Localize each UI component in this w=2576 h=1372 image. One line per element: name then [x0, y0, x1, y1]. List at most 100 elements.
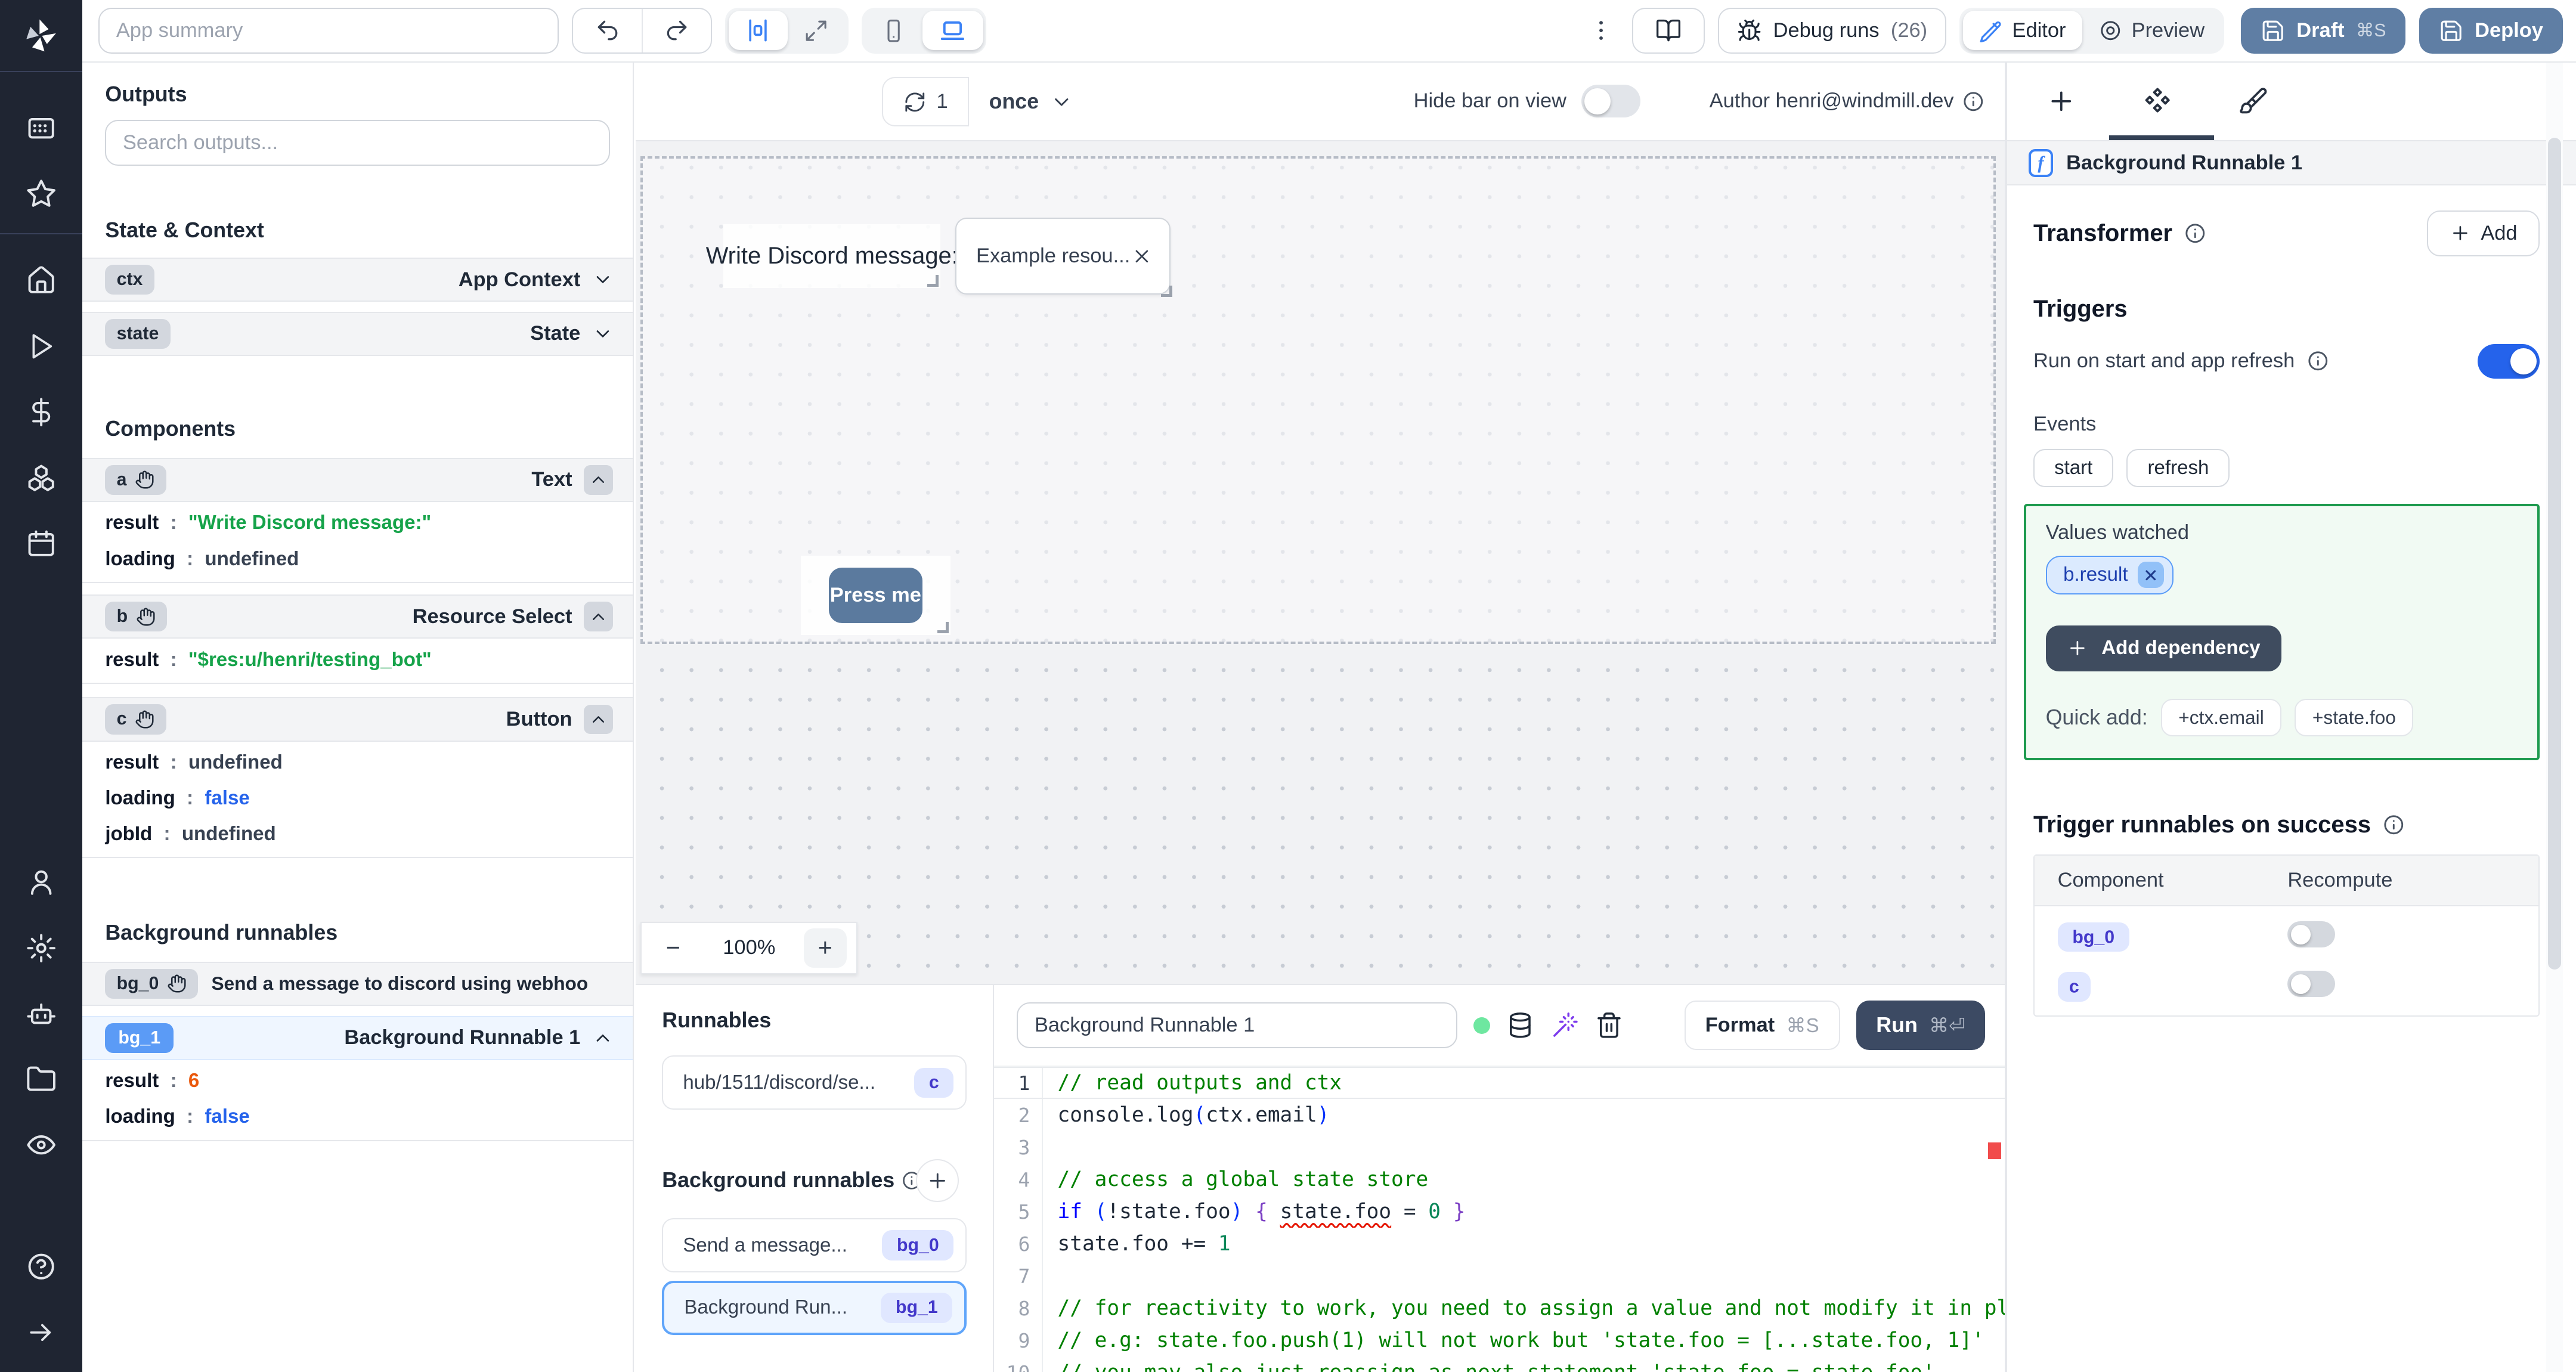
run-on-start-toggle[interactable] [2477, 343, 2540, 379]
debug-runs-button[interactable]: Debug runs (26) [1717, 7, 1947, 54]
quick-add-state-foo[interactable]: +state.foo [2295, 699, 2414, 737]
runs-play-icon[interactable] [0, 313, 82, 379]
quick-add-ctx-email[interactable]: +ctx.email [2160, 699, 2282, 737]
styling-brush-tab-icon[interactable] [2238, 86, 2268, 116]
windmill-logo[interactable] [0, 0, 82, 73]
apps-icon[interactable] [0, 95, 82, 161]
output-value: false [205, 1105, 250, 1128]
press-me-button[interactable]: Press me [828, 567, 922, 624]
topbar: Debug runs (26) Editor Preview Draft ⌘S … [82, 0, 2576, 63]
format-button[interactable]: Format ⌘S [1684, 1001, 1840, 1051]
runnable-card-bg0[interactable]: Send a message... bg_0 [662, 1218, 967, 1273]
code-line[interactable]: 3 [994, 1131, 2005, 1164]
code-line[interactable]: 4// access a global state store [994, 1163, 2005, 1196]
more-menu-icon[interactable] [1580, 0, 1623, 63]
event-chip-start[interactable]: start [2033, 449, 2114, 488]
zoom-out-button[interactable]: − [652, 928, 695, 968]
add-dependency-button[interactable]: Add dependency [2045, 625, 2282, 671]
ctx-row[interactable]: ctx App Context [82, 257, 633, 302]
center-align-tab[interactable] [728, 11, 788, 51]
collapse-chevron-up-icon[interactable] [583, 704, 614, 735]
code-line[interactable]: 8// for reactivity to work, you need to … [994, 1292, 2005, 1325]
zoom-value: 100% [723, 936, 776, 959]
code-line[interactable]: 1// read outputs and ctx [993, 1067, 2005, 1100]
runnable-card-c[interactable]: hub/1511/discord/se... c [662, 1055, 967, 1110]
hide-bar-toggle[interactable] [1581, 85, 1640, 118]
delete-trash-icon[interactable] [1595, 1011, 1623, 1039]
resources-boxes-icon[interactable] [0, 445, 82, 510]
component-b-row[interactable]: b Resource Select [82, 594, 633, 639]
bg1-row-selected[interactable]: bg_1 Background Runnable 1 [82, 1015, 633, 1060]
undo-button[interactable] [573, 9, 642, 52]
mobile-tab[interactable] [865, 11, 922, 50]
event-chip-refresh[interactable]: refresh [2126, 449, 2230, 488]
desktop-tab[interactable] [922, 11, 983, 51]
runnable-name-input[interactable] [1017, 1002, 1457, 1049]
collapse-chevron-up-icon[interactable] [583, 602, 614, 632]
deploy-button[interactable]: Deploy [2419, 7, 2563, 54]
col-recompute: Recompute [2287, 869, 2393, 892]
component-a-row[interactable]: a Text [82, 457, 633, 502]
component-c-row[interactable]: c Button [82, 697, 633, 742]
code-line[interactable]: 10// you may also just reassign as next … [994, 1356, 2005, 1372]
docs-book-button[interactable] [1632, 7, 1705, 54]
collapse-chevron-up-icon[interactable] [583, 464, 614, 495]
folders-icon[interactable] [0, 1046, 82, 1112]
app-summary-input[interactable] [98, 7, 559, 54]
zoom-in-button[interactable]: + [804, 928, 847, 968]
runnable-card-bg1-selected[interactable]: Background Run... bg_1 [662, 1280, 967, 1335]
schedules-calendar-icon[interactable] [0, 510, 82, 576]
ai-wand-icon[interactable] [1551, 1011, 1579, 1039]
code-line[interactable]: 6 state.foo += 1 [994, 1228, 2005, 1260]
collapse-arrow-icon[interactable] [0, 1299, 82, 1365]
tab-editor[interactable]: Editor [1962, 11, 2082, 51]
code-line[interactable]: 9// e.g: state.foo.push(1) will not work… [994, 1324, 2005, 1357]
state-row[interactable]: state State [82, 311, 633, 357]
state-badge: state [105, 318, 171, 349]
add-transformer-button[interactable]: Add [2427, 210, 2540, 256]
cache-database-icon[interactable] [1506, 1011, 1534, 1039]
insert-plus-tab-icon[interactable] [2046, 86, 2076, 116]
app-canvas[interactable]: Write Discord message: Example resou... … [636, 141, 2005, 984]
draft-button[interactable]: Draft ⌘S [2240, 7, 2406, 54]
resize-handle[interactable] [927, 275, 939, 287]
frontend-script-icon: f [2028, 148, 2054, 177]
text-component[interactable]: Write Discord message: [706, 224, 958, 289]
settings-gear-icon[interactable] [0, 915, 82, 981]
resource-select-component[interactable]: Example resou... [955, 217, 1173, 297]
bg0-row[interactable]: bg_0 Send a message to discord using web… [82, 961, 633, 1006]
resize-handle[interactable] [1161, 285, 1173, 297]
transformer-title: Transformer [2033, 219, 2173, 246]
run-button[interactable]: Run ⌘⏎ [1856, 1001, 1985, 1051]
redo-button[interactable] [642, 8, 711, 52]
search-outputs-input[interactable] [105, 119, 610, 166]
code-editor[interactable]: 1// read outputs and ctx 2 console.log(ctx… [993, 1066, 2005, 1372]
code-line[interactable]: 5 if (!state.foo) { state.foo = 0 } [994, 1196, 2005, 1228]
help-icon[interactable] [0, 1234, 82, 1299]
scrollbar[interactable] [2546, 62, 2563, 1372]
refresh-count-button[interactable]: 1 [882, 77, 970, 127]
tab-preview[interactable]: Preview [2082, 11, 2221, 50]
scrollbar-thumb[interactable] [2548, 138, 2562, 970]
runnable-card-label: Background Run... [684, 1296, 848, 1319]
outputs-panel: Outputs State & Context ctx App Context … [82, 62, 634, 1372]
recompute-toggle-c[interactable] [2287, 971, 2336, 998]
recompute-toggle-bg0[interactable] [2287, 921, 2336, 948]
outputs-title: Outputs [105, 82, 187, 106]
variables-dollar-icon[interactable] [0, 379, 82, 445]
fullscreen-tab[interactable] [788, 11, 845, 50]
resize-handle[interactable] [937, 621, 949, 633]
code-line[interactable]: 2 console.log(ctx.email) [994, 1099, 2005, 1132]
favorites-star-icon[interactable] [0, 161, 82, 227]
remove-dependency-x-icon[interactable] [2138, 562, 2165, 589]
clear-x-icon[interactable] [1131, 246, 1153, 267]
workers-bot-icon[interactable] [0, 981, 82, 1046]
users-icon[interactable] [0, 849, 82, 915]
component-settings-tab-icon[interactable] [2142, 86, 2173, 117]
home-icon[interactable] [0, 247, 82, 313]
component-b-type: Resource Select [412, 605, 572, 628]
code-line[interactable]: 7 [994, 1260, 2005, 1293]
add-background-runnable-button[interactable] [915, 1159, 959, 1202]
audit-eye-icon[interactable] [0, 1112, 82, 1178]
schedule-dropdown[interactable]: once [989, 77, 1073, 126]
